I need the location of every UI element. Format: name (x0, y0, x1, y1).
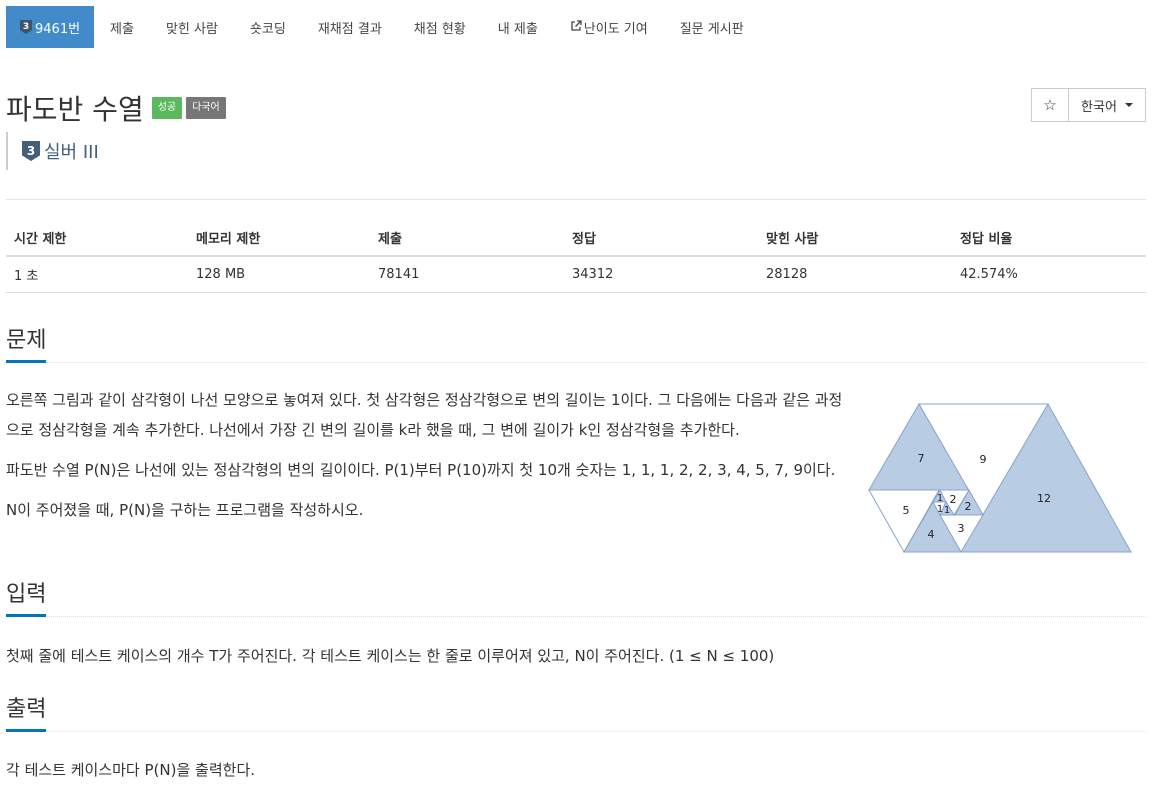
star-button[interactable]: ☆ (1031, 88, 1069, 122)
label-12: 12 (1037, 492, 1051, 505)
label-1a: 1 (937, 493, 943, 504)
value-time-limit: 1 초 (6, 256, 188, 293)
header-solved-users: 맞힌 사람 (758, 220, 952, 257)
nav-difficulty-label: 난이도 기여 (583, 21, 648, 37)
problem-section-header: 문제 (6, 322, 1146, 363)
label-9: 9 (980, 453, 987, 466)
header-accept-ratio: 정답 비율 (952, 220, 1146, 257)
label-1b: 1 (937, 504, 943, 515)
star-icon: ☆ (1043, 96, 1057, 114)
problem-paragraph-3: N이 주어졌을 때, P(N)을 구하는 프로그램을 작성하시오. (6, 501, 364, 519)
problem-title-row: 파도반 수열 성공 다국어 (6, 88, 226, 128)
problem-tier: 3 실버 III (6, 132, 99, 170)
spiral-svg: 7 9 12 5 4 3 2 2 1 1 1 (868, 402, 1132, 554)
external-link-icon (570, 19, 582, 35)
nav-difficulty-contribute[interactable]: 난이도 기여 (554, 6, 664, 48)
input-section-header: 입력 (6, 576, 1146, 617)
padovan-spiral-figure: 7 9 12 5 4 3 2 2 1 1 1 (866, 400, 1134, 560)
value-accepted: 34312 (564, 256, 758, 293)
language-label: 한국어 (1081, 99, 1117, 115)
problem-paragraph-2: 파도반 수열 P(N)은 나선에 있는 정삼각형의 변의 길이이다. P(1)부… (6, 461, 836, 479)
header-memory-limit: 메모리 제한 (188, 220, 370, 257)
header-time-limit: 시간 제한 (6, 220, 188, 257)
value-solved-users: 28128 (758, 256, 952, 293)
header-accepted: 정답 (564, 220, 758, 257)
tier-badge-icon: 3 (22, 141, 40, 161)
nav-rejudge-results[interactable]: 재채점 결과 (302, 6, 398, 48)
success-badge: 성공 (151, 97, 183, 119)
output-description: 각 테스트 케이스마다 P(N)을 출력한다. (6, 761, 256, 779)
nav-problem-id: 9461번 (35, 21, 81, 37)
nav-problem-link[interactable]: 3 9461번 (6, 6, 95, 48)
label-3: 3 (958, 522, 965, 535)
label-7: 7 (918, 452, 925, 465)
value-accept-ratio: 42.574% (952, 256, 1146, 293)
label-4: 4 (928, 528, 935, 541)
label-5: 5 (903, 504, 910, 517)
nav-status[interactable]: 채점 현황 (398, 6, 482, 48)
tier-icon: 3 (20, 20, 32, 34)
nav-short-coding[interactable]: 숏코딩 (234, 6, 302, 48)
label-2b: 2 (950, 493, 957, 506)
problem-nav: 3 9461번 제출 맞힌 사람 숏코딩 재채점 결과 채점 현황 내 제출 난… (6, 6, 760, 48)
problem-info-table: 시간 제한 메모리 제한 제출 정답 맞힌 사람 정답 비율 1 초 128 M… (6, 220, 1146, 293)
nav-my-submissions[interactable]: 내 제출 (482, 6, 554, 48)
label-1c: 1 (944, 505, 950, 516)
output-section-header: 출력 (6, 691, 1146, 732)
title-actions: ☆ 한국어 (1031, 88, 1146, 122)
label-2a: 2 (965, 500, 972, 513)
problem-heading: 문제 (6, 322, 47, 363)
nav-solved-users[interactable]: 맞힌 사람 (150, 6, 234, 48)
input-heading: 입력 (6, 576, 47, 617)
table-row: 1 초 128 MB 78141 34312 28128 42.574% (6, 256, 1146, 293)
input-description: 첫째 줄에 테스트 케이스의 개수 T가 주어진다. 각 테스트 케이스는 한 … (6, 647, 775, 665)
table-header-row: 시간 제한 메모리 제한 제출 정답 맞힌 사람 정답 비율 (6, 220, 1146, 257)
tier-label: 실버 III (44, 142, 99, 163)
multilang-badge: 다국어 (186, 97, 226, 119)
nav-question-board[interactable]: 질문 게시판 (664, 6, 760, 48)
problem-title: 파도반 수열 (6, 93, 144, 126)
divider (6, 199, 1146, 200)
nav-submit[interactable]: 제출 (94, 6, 150, 48)
value-memory-limit: 128 MB (188, 256, 370, 293)
problem-paragraph-1: 오른쪽 그림과 같이 삼각형이 나선 모양으로 놓여져 있다. 첫 삼각형은 정… (6, 391, 843, 439)
value-submissions: 78141 (370, 256, 564, 293)
output-heading: 출력 (6, 691, 47, 732)
caret-down-icon (1124, 103, 1133, 107)
header-submissions: 제출 (370, 220, 564, 257)
language-dropdown[interactable]: 한국어 (1069, 88, 1146, 122)
